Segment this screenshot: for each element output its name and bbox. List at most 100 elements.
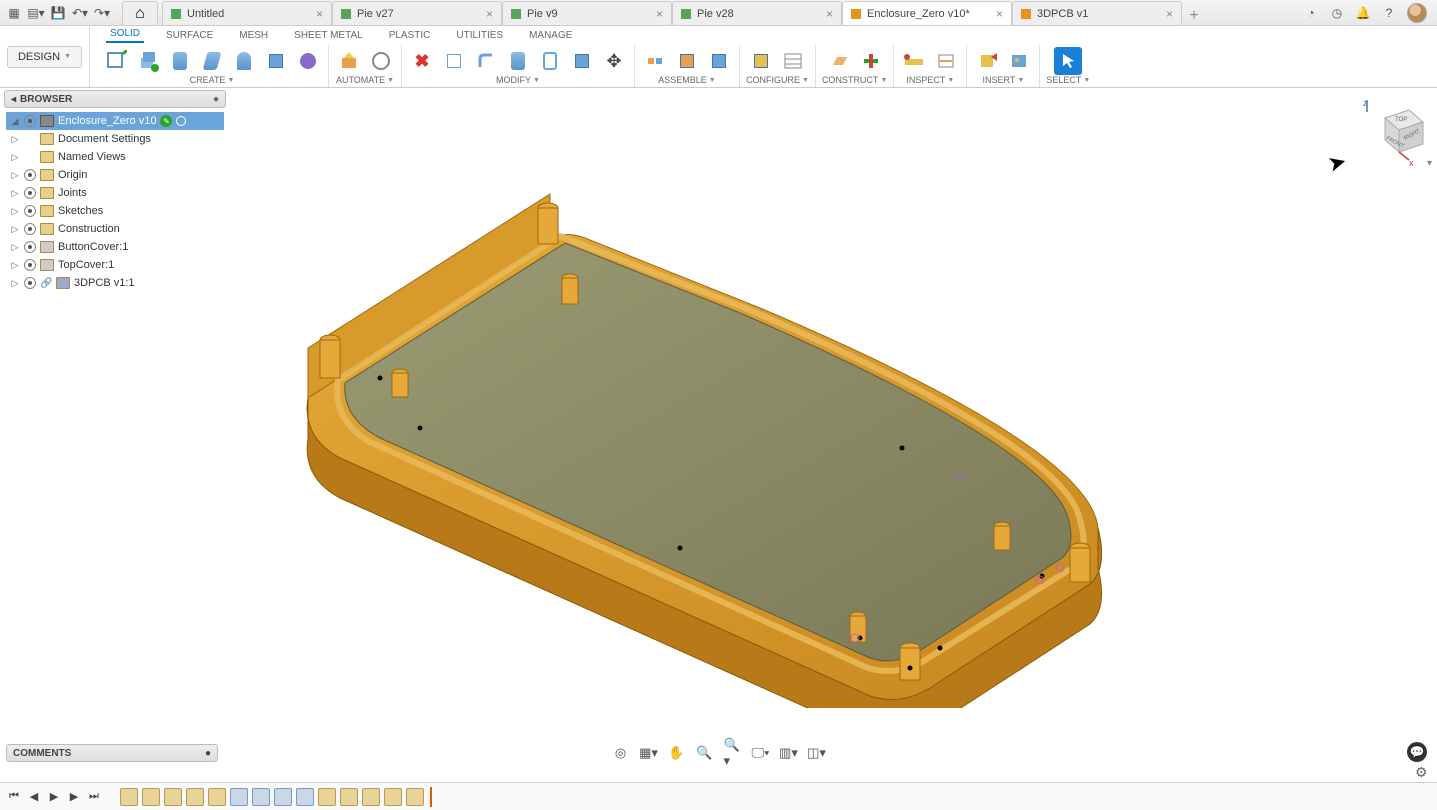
timeline-feature[interactable] [362, 788, 380, 806]
timeline-feature[interactable] [230, 788, 248, 806]
grid-settings-icon[interactable]: ▥▾ [780, 744, 798, 762]
ribbon-tab-surface[interactable]: SURFACE [162, 28, 217, 43]
timeline-feature[interactable] [252, 788, 270, 806]
tree-twisty-icon[interactable]: ▷ [10, 188, 20, 199]
timeline-feature[interactable] [142, 788, 160, 806]
tree-twisty-icon[interactable]: ◢ [10, 116, 20, 127]
save-icon[interactable]: 💾 [50, 5, 66, 21]
ribbon-tab-solid[interactable]: SOLID [106, 26, 144, 43]
display-settings-icon[interactable]: 🖵▾ [752, 744, 770, 762]
construct-plane-icon[interactable] [825, 47, 853, 75]
timeline-settings-icon[interactable]: ⚙ [1415, 764, 1431, 780]
doc-tab-3[interactable]: Pie v28× [672, 1, 842, 25]
workspace-switcher[interactable]: DESIGN▼ [0, 26, 90, 87]
extensions-icon[interactable]: ◔ [1303, 5, 1319, 21]
measure-icon[interactable] [900, 47, 928, 75]
configure-icon[interactable] [747, 47, 775, 75]
timeline-marker[interactable] [430, 787, 432, 807]
doc-tab-4[interactable]: Enclosure_Zero v10*× [842, 1, 1012, 25]
timeline-feature[interactable] [120, 788, 138, 806]
tree-item[interactable]: ▷Joints [6, 184, 224, 202]
close-icon[interactable]: × [996, 7, 1003, 21]
split-icon[interactable] [568, 47, 596, 75]
ribbon-tab-plastic[interactable]: PLASTIC [385, 28, 435, 43]
box-icon[interactable] [262, 47, 290, 75]
close-icon[interactable]: × [316, 7, 323, 21]
sketch-icon[interactable] [102, 47, 130, 75]
pan-icon[interactable]: ✋ [668, 744, 686, 762]
viewcube-top[interactable]: TOP [1395, 117, 1407, 123]
timeline-prev-icon[interactable]: ◀ [26, 789, 42, 805]
visibility-icon[interactable] [24, 187, 36, 199]
zoom-icon[interactable]: 🔍 [696, 744, 714, 762]
view-cube[interactable]: z TOP FRONT RIGHT x ▾ [1361, 96, 1423, 158]
close-icon[interactable]: × [656, 7, 663, 21]
visibility-icon[interactable] [24, 169, 36, 181]
close-icon[interactable]: × [486, 7, 493, 21]
close-icon[interactable]: × [1166, 7, 1173, 21]
visibility-icon[interactable] [24, 259, 36, 271]
undo-icon[interactable]: ↶▾ [72, 5, 88, 21]
sweep-icon[interactable] [198, 47, 226, 75]
browser-header[interactable]: ◂ BROWSER ● [4, 90, 226, 108]
zoom-window-icon[interactable]: 🔍▾ [724, 744, 742, 762]
automate-icon[interactable] [335, 47, 363, 75]
activate-radio-icon[interactable] [176, 116, 186, 126]
tree-item[interactable]: ▷TopCover:1 [6, 256, 224, 274]
visibility-icon[interactable] [24, 241, 36, 253]
timeline-feature[interactable] [186, 788, 204, 806]
job-status-icon[interactable]: ◷ [1329, 5, 1345, 21]
timeline-last-icon[interactable]: ⏭ [86, 789, 102, 805]
tree-twisty-icon[interactable]: ▷ [10, 224, 20, 235]
delete-icon[interactable]: ✖ [408, 47, 436, 75]
rigid-group-icon[interactable] [705, 47, 733, 75]
tree-item[interactable]: ▷Construction [6, 220, 224, 238]
section-icon[interactable] [932, 47, 960, 75]
timeline-feature[interactable] [318, 788, 336, 806]
viewports-icon[interactable]: ◫▾ [808, 744, 826, 762]
timeline-feature[interactable] [296, 788, 314, 806]
shell-icon[interactable] [536, 47, 564, 75]
redo-icon[interactable]: ↷▾ [94, 5, 110, 21]
tree-twisty-icon[interactable]: ▷ [10, 152, 20, 163]
model-view[interactable] [290, 148, 1110, 708]
select-icon[interactable] [1054, 47, 1082, 75]
timeline-feature[interactable] [274, 788, 292, 806]
tree-item[interactable]: ▷Document Settings [6, 130, 224, 148]
doc-tab-0[interactable]: Untitled× [162, 1, 332, 25]
orbit-icon[interactable]: ◎ [612, 744, 630, 762]
timeline-feature[interactable] [406, 788, 424, 806]
user-avatar[interactable] [1407, 3, 1427, 23]
feedback-icon[interactable]: 💬 [1407, 742, 1427, 762]
apps-grid-icon[interactable]: ▦ [6, 5, 22, 21]
tree-item[interactable]: ▷Origin [6, 166, 224, 184]
construct-axis-icon[interactable] [857, 47, 885, 75]
as-built-joint-icon[interactable] [673, 47, 701, 75]
fillet-icon[interactable] [472, 47, 500, 75]
joint-icon[interactable] [641, 47, 669, 75]
close-icon[interactable]: × [826, 7, 833, 21]
ribbon-tab-mesh[interactable]: MESH [235, 28, 272, 43]
comments-pin-icon[interactable]: ● [205, 748, 211, 759]
timeline-feature[interactable] [340, 788, 358, 806]
move-icon[interactable]: ✥ [600, 47, 628, 75]
insert-decal-icon[interactable] [1005, 47, 1033, 75]
notifications-icon[interactable]: 🔔 [1355, 5, 1371, 21]
tree-item[interactable]: ▷🔗3DPCB v1:1 [6, 274, 224, 292]
tree-twisty-icon[interactable]: ▷ [10, 260, 20, 271]
look-icon[interactable]: ▦▾ [640, 744, 658, 762]
tree-root[interactable]: ◢ Enclosure_Zero v10 ✎ [6, 112, 224, 130]
new-tab-button[interactable]: + [1182, 7, 1206, 25]
loft-icon[interactable] [230, 47, 258, 75]
browser-pin-icon[interactable]: ● [213, 94, 219, 105]
configure-table-icon[interactable] [779, 47, 807, 75]
sphere-icon[interactable] [294, 47, 322, 75]
file-menu-icon[interactable]: ▤▾ [28, 5, 44, 21]
revolve-icon[interactable] [166, 47, 194, 75]
timeline-feature[interactable] [164, 788, 182, 806]
visibility-icon[interactable] [24, 277, 36, 289]
extrude-icon[interactable] [134, 47, 162, 75]
tree-item[interactable]: ▷Sketches [6, 202, 224, 220]
automate2-icon[interactable] [367, 47, 395, 75]
timeline-next-icon[interactable]: ▶ [66, 789, 82, 805]
